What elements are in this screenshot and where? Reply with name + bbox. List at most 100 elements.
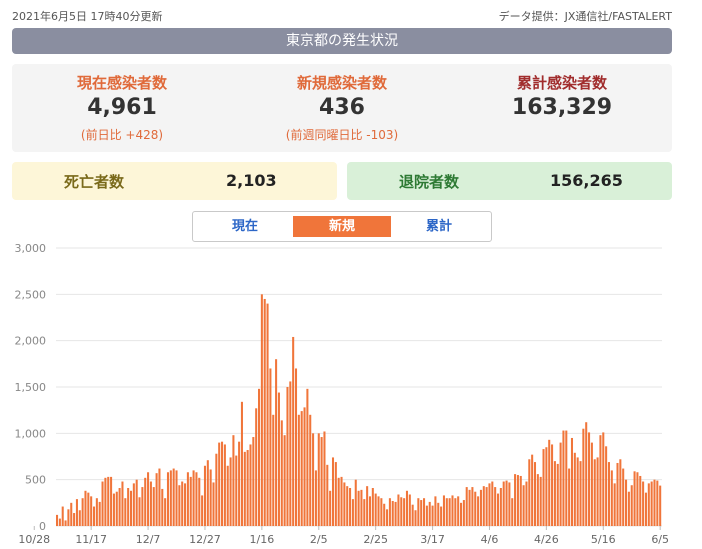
tab-new[interactable]: 新規: [293, 216, 391, 237]
bar: [112, 493, 115, 526]
bar: [423, 498, 426, 526]
bar: [559, 442, 562, 526]
bar: [98, 501, 101, 526]
bar: [215, 453, 218, 526]
bar: [479, 489, 482, 526]
bar: [548, 439, 551, 526]
bar: [528, 459, 531, 526]
bar: [147, 472, 150, 526]
bar: [508, 482, 511, 526]
page-title: 東京都の発生状況: [12, 28, 672, 54]
x-tick-label: 3/17: [420, 533, 445, 546]
x-tick-label: 1/16: [250, 533, 275, 546]
bar: [431, 505, 434, 526]
x-tick-label: 12/7: [136, 533, 161, 546]
bar: [184, 483, 187, 526]
bar: [568, 468, 571, 526]
bar: [169, 470, 172, 526]
bar: [249, 444, 252, 526]
bar: [337, 477, 340, 526]
bar: [391, 500, 394, 526]
bar: [357, 490, 360, 526]
deaths-value: 2,103: [226, 171, 277, 190]
bar: [223, 444, 226, 526]
bar: [374, 493, 377, 526]
x-tick-label: 5/16: [591, 533, 616, 546]
bar: [570, 437, 574, 526]
bar: [246, 450, 249, 526]
y-tick-label: 500: [25, 474, 46, 487]
y-tick-label: 0: [39, 520, 46, 533]
bar: [275, 359, 278, 526]
bar: [294, 368, 298, 526]
bar: [186, 472, 189, 526]
stat-total-label: 累計感染者数: [516, 74, 607, 92]
bar: [155, 473, 158, 526]
bar: [56, 514, 59, 526]
stat-new-sub: (前週同曜日比 -103): [285, 128, 399, 142]
top-info-line: 2021年6月5日 17時40分更新 データ提供：JX通信社/FASTALERT: [12, 6, 672, 24]
bar: [533, 462, 537, 526]
bar: [144, 477, 147, 526]
bar: [425, 505, 428, 526]
bar: [522, 485, 525, 526]
bar: [411, 504, 414, 526]
bar: [593, 459, 596, 526]
tab-current[interactable]: 現在: [197, 216, 293, 237]
bar: [124, 498, 127, 526]
bar: [306, 388, 309, 526]
bar: [303, 407, 306, 526]
stat-new: 新規感染者数 436 (前週同曜日比 -103): [237, 72, 447, 143]
bar: [636, 472, 639, 526]
stats-panel: 現在感染者数 4,961 (前日比 +428) 新規感染者数 436 (前週同曜…: [12, 64, 672, 152]
bar: [334, 462, 337, 526]
tab-total[interactable]: 累計: [391, 216, 487, 237]
bar: [277, 392, 280, 526]
bar: [226, 465, 229, 526]
bar: [238, 441, 241, 526]
bar: [644, 492, 647, 526]
bar: [639, 475, 642, 526]
bar: [582, 428, 585, 526]
bar: [206, 460, 209, 526]
bar: [132, 483, 135, 526]
bar: [386, 509, 389, 526]
bar: [107, 476, 110, 526]
bar: [280, 420, 283, 526]
bar: [448, 498, 451, 526]
bar: [440, 506, 443, 526]
bar: [602, 432, 605, 526]
stat-current-sub: (前日比 +428): [80, 128, 164, 142]
stat-current-value: 4,961: [87, 95, 157, 120]
stat-total-value: 163,329: [511, 95, 613, 120]
bar: [240, 401, 243, 526]
bar: [633, 471, 636, 526]
stat-new-label: 新規感染者数: [296, 74, 387, 92]
bar: [323, 431, 326, 526]
bar: [312, 433, 315, 526]
bar: [152, 487, 155, 526]
bar: [366, 486, 369, 526]
bar: [477, 496, 480, 526]
bar: [417, 498, 420, 526]
data-source: データ提供：JX通信社/FASTALERT: [498, 10, 672, 23]
deaths-panel: 死亡者数 2,103: [12, 162, 337, 200]
bar: [329, 490, 332, 526]
bar: [408, 494, 411, 526]
bar: [64, 520, 67, 526]
bar: [545, 447, 548, 526]
bar: [579, 461, 582, 526]
bar: [149, 481, 152, 526]
bar: [414, 510, 417, 526]
bar: [445, 498, 448, 526]
bar: [67, 509, 70, 526]
bar: [172, 468, 175, 526]
bar: [198, 477, 201, 526]
bar: [195, 472, 198, 526]
bar: [115, 491, 118, 526]
bar: [505, 480, 508, 526]
bar: [58, 518, 61, 526]
bar: [135, 479, 138, 526]
bar: [482, 486, 485, 526]
bar: [255, 408, 258, 526]
